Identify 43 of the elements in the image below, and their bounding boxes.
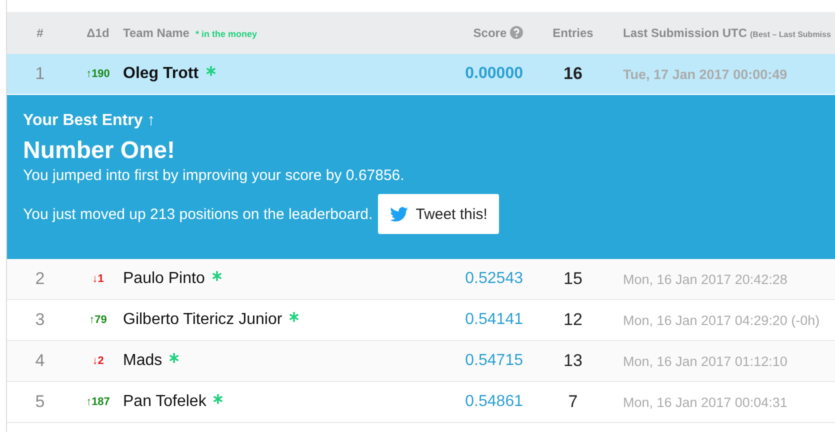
rank-change: ↓2 [91,355,105,367]
leaderboard-row[interactable]: 5 ↑187 Pan Tofelek 0.54861 7 Mon, 16 Jan 2017 00:04:31 [7,382,835,423]
score-text: 0.54715 [464,352,523,370]
team-name[interactable]: Gilberto Titericz Junior [123,311,282,328]
entries-count: 12 [562,310,584,330]
submission-time: Mon, 16 Jan 2017 04:29:20 (-0h) [623,312,821,328]
team-name[interactable]: Paulo Pinto [123,270,205,287]
banner-title: Number One! [23,137,176,165]
team-name[interactable]: Pan Tofelek [123,393,206,410]
rank-change: ↑187 [85,396,111,408]
rank-text: 5 [34,392,46,412]
rank-text: 3 [34,310,46,330]
score-text: 0.54861 [464,393,523,411]
entries-count: 7 [567,392,579,412]
submission-time: Tue, 17 Jan 2017 00:00:49 [623,66,788,82]
bird-icon [390,206,408,222]
rank-change: ↓1 [91,273,105,285]
submission-time: Mon, 16 Jan 2017 00:04:31 [623,394,788,410]
leaderboard-row[interactable]: 1 ↑190 Oleg Trott 0.00000 16 Tue, 17 Jan 2017 00:00:49 [7,54,835,95]
entries-count: 13 [562,351,584,371]
banner-text: You just moved up 213 positions on the leaderboard. [23,206,373,222]
column-note: (Best – Last Submiss [750,30,831,39]
leaderboard-row[interactable]: 4 ↓2 Mads 0.54715 13 Mon, 16 Jan 2017 01:12:10 [7,341,835,382]
rank-change: ↑79 [88,314,108,326]
team-name[interactable]: Oleg Trott [123,65,199,82]
score-text: 0.54141 [464,311,523,329]
rank-text: 2 [34,269,46,289]
entries-count: 15 [562,269,584,289]
submission-time: Mon, 16 Jan 2017 01:12:10 [623,354,788,368]
rank-change: ↑190 [85,68,111,80]
score-text: 0.52543 [464,270,523,288]
submission-time: Mon, 16 Jan 2017 20:42:28 [623,272,788,286]
rank-text: 4 [34,351,46,371]
tweet-button[interactable]: Tweet this! [378,194,500,234]
banner-kicker: Your Best Entry ↑ [23,112,156,130]
help-icon[interactable] [510,26,523,39]
legend-text: * in the money [195,29,257,39]
rank-text: 1 [34,64,46,84]
score-text: 0.00000 [464,65,523,83]
team-name[interactable]: Mads [123,352,162,369]
banner-text: You jumped into first by improving your score by 0.67856. [23,167,406,184]
leaderboard-row[interactable]: 2 ↓1 Paulo Pinto 0.52543 15 Mon, 16 Jan 2017 20:42:28 [7,259,835,300]
entries-count: 16 [562,64,584,84]
